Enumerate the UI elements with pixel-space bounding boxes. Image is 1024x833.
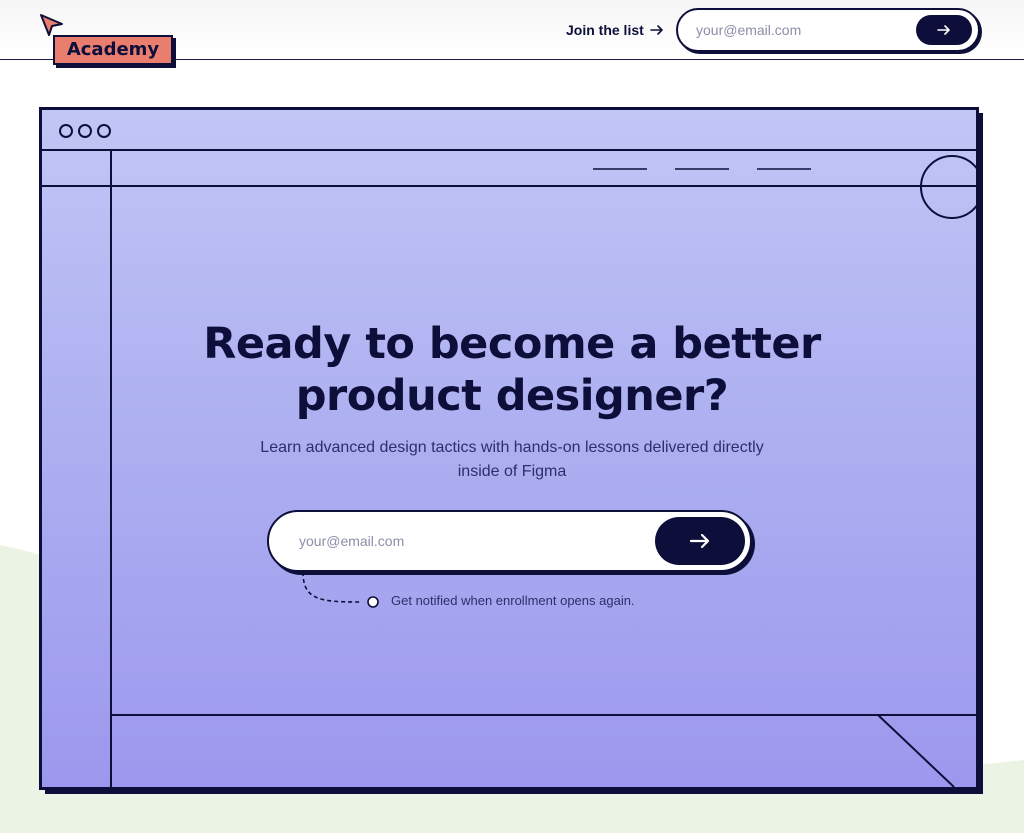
header-email-input[interactable] bbox=[696, 20, 896, 40]
join-label: Join the list bbox=[566, 22, 644, 38]
academy-logo[interactable]: Academy bbox=[36, 12, 181, 72]
enrollment-note: Get notified when enrollment opens again… bbox=[391, 593, 635, 608]
browser-window-illustration: Ready to become a better product designe… bbox=[39, 107, 979, 790]
arrow-right-icon bbox=[689, 533, 710, 549]
header-signup-form bbox=[676, 8, 980, 52]
hero-section: Ready to become a better product designe… bbox=[42, 110, 976, 787]
hero-subtitle: Learn advanced design tactics with hands… bbox=[260, 439, 764, 480]
hero-signup-form bbox=[267, 510, 752, 572]
header-submit-button[interactable] bbox=[916, 15, 972, 45]
hero-title: Ready to become a better product designe… bbox=[203, 319, 821, 421]
arrow-right-icon bbox=[649, 25, 663, 35]
dashed-connector bbox=[302, 572, 379, 608]
site-header: Academy Join the list bbox=[0, 0, 1024, 68]
hero-submit-button[interactable] bbox=[655, 517, 745, 565]
logo-wordmark: Academy bbox=[53, 35, 173, 65]
join-the-list-link[interactable]: Join the list bbox=[566, 19, 664, 41]
hero-email-input[interactable] bbox=[299, 530, 629, 552]
arrow-right-icon bbox=[937, 25, 950, 35]
